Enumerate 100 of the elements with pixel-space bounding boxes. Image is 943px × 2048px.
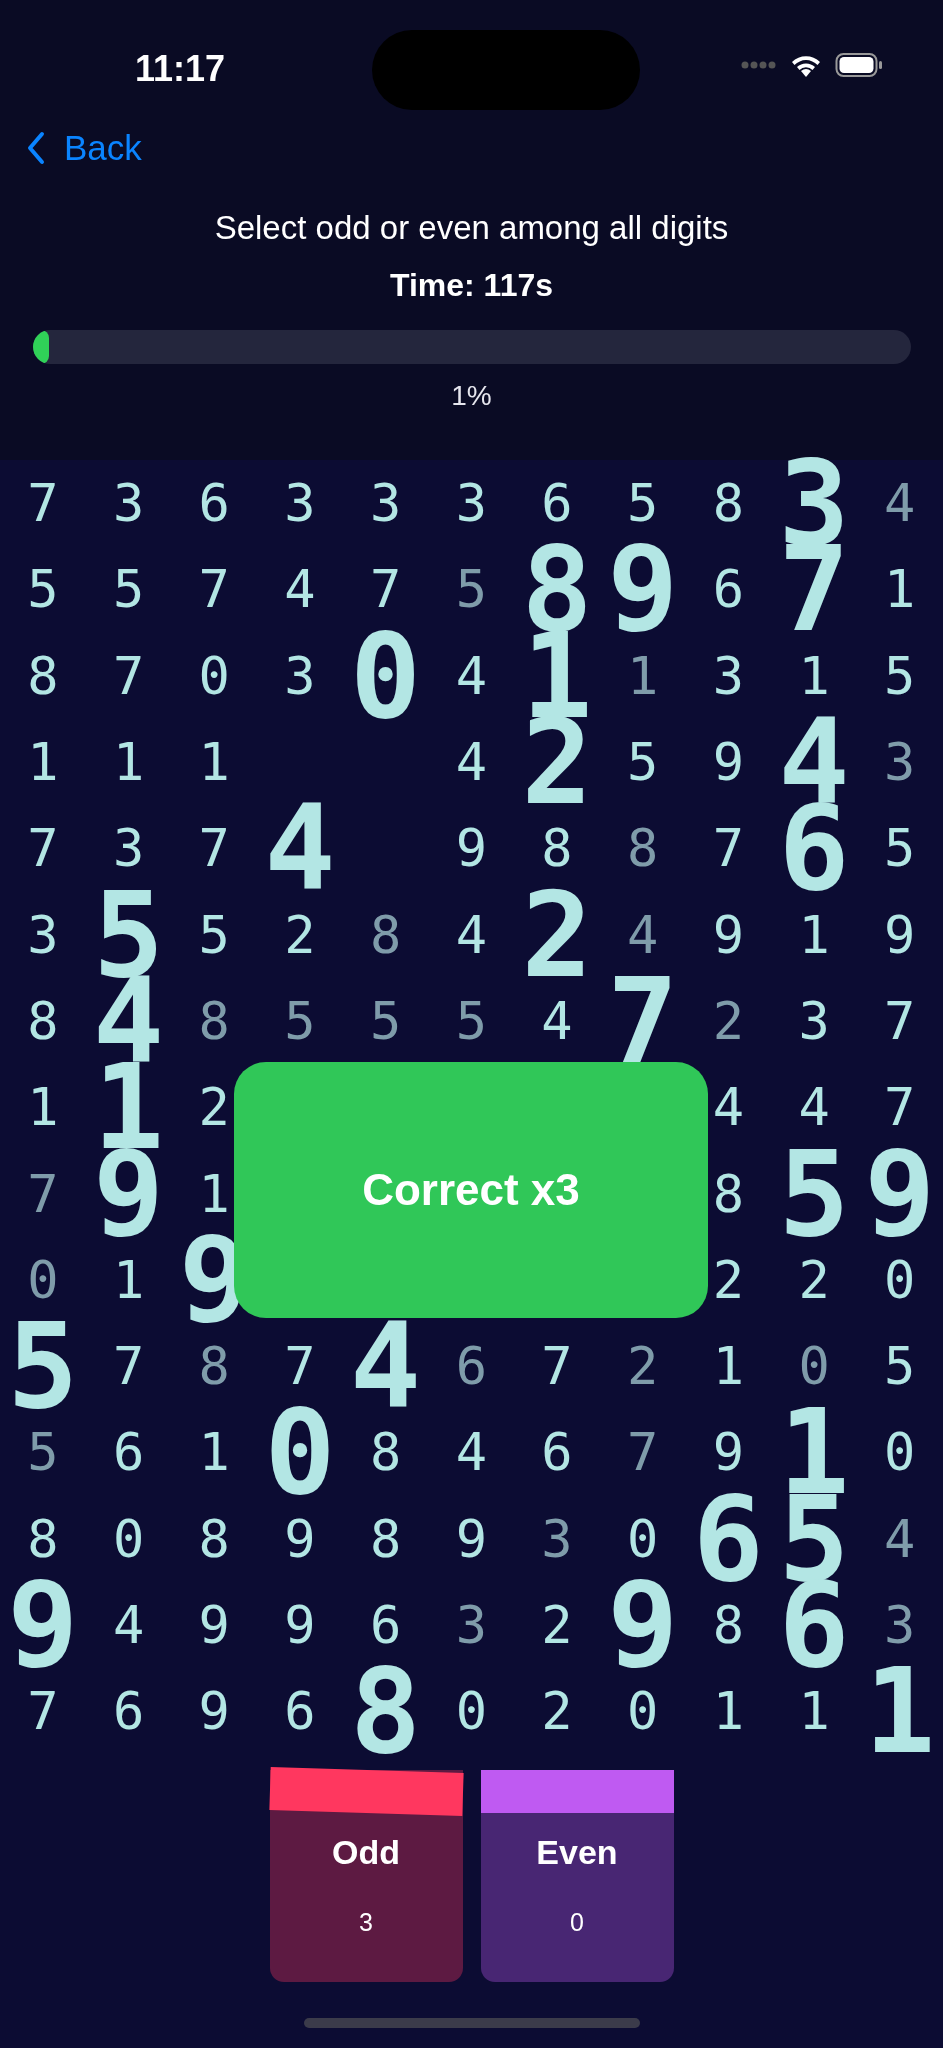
large-digit: 6 <box>692 1488 764 1589</box>
digit: 3 <box>369 473 402 534</box>
digit: 5 <box>455 559 487 620</box>
digit: 9 <box>712 904 744 965</box>
bin-label: Even <box>536 1833 618 1872</box>
digit: 1 <box>712 1681 744 1742</box>
chevron-left-icon <box>26 131 46 165</box>
digit: 4 <box>884 473 916 534</box>
digit: 5 <box>198 904 230 965</box>
digit: 6 <box>541 1422 573 1483</box>
digit: 0 <box>627 1681 659 1742</box>
digit: 1 <box>798 1681 830 1742</box>
digit: 1 <box>112 732 145 793</box>
digit: 8 <box>369 904 402 965</box>
digit: 5 <box>27 559 59 620</box>
digit: 4 <box>455 645 487 706</box>
bin-count: 0 <box>570 1908 584 1937</box>
digit: 1 <box>198 1163 230 1224</box>
digit: 9 <box>198 1681 230 1742</box>
digit: 7 <box>198 818 230 879</box>
digit: 8 <box>369 1422 402 1483</box>
digit: 9 <box>884 904 916 965</box>
digit: 7 <box>112 645 145 706</box>
answer-bin[interactable]: Odd 3 <box>269 1770 463 1982</box>
digit: 6 <box>198 473 230 534</box>
digit: 2 <box>198 1077 230 1138</box>
digit: 5 <box>27 1422 59 1483</box>
large-digit: 1 <box>864 1661 936 1762</box>
digit: 2 <box>712 1249 744 1310</box>
digit: 8 <box>369 1508 402 1569</box>
large-digit: 9 <box>607 1575 679 1675</box>
digit: 8 <box>712 1163 744 1224</box>
large-digit: 8 <box>350 1661 422 1762</box>
digit: 6 <box>455 1336 487 1397</box>
digit: 1 <box>198 732 230 793</box>
digit: 7 <box>712 818 744 879</box>
large-digit: 9 <box>864 1143 936 1244</box>
digit: 8 <box>198 1336 230 1397</box>
digit: 7 <box>198 559 230 620</box>
digit: 5 <box>284 990 316 1051</box>
digit: 8 <box>198 1508 230 1569</box>
digit: 8 <box>712 473 744 534</box>
digit: 7 <box>541 1336 573 1397</box>
digit: 5 <box>455 990 487 1051</box>
digit: 0 <box>198 645 230 706</box>
digit: 4 <box>455 732 487 793</box>
bin-count: 3 <box>359 1908 373 1937</box>
digit: 9 <box>284 1595 316 1655</box>
digit: 5 <box>112 559 145 620</box>
digit: 7 <box>884 1077 916 1138</box>
digit: 7 <box>27 1163 59 1224</box>
digit: 7 <box>27 1681 59 1742</box>
digit: 4 <box>712 1077 744 1138</box>
digit: 1 <box>884 559 916 620</box>
digit: 1 <box>627 645 659 706</box>
digit: 6 <box>541 473 573 534</box>
instruction-text: Select odd or even among all digits <box>214 209 729 247</box>
digit: 3 <box>884 732 916 793</box>
large-digit: 9 <box>607 539 679 640</box>
digit: 9 <box>284 1508 316 1569</box>
battery-icon <box>835 52 883 78</box>
digit: 8 <box>198 990 230 1051</box>
digit: 9 <box>455 1508 487 1569</box>
answer-bin[interactable]: Even 0 <box>480 1770 674 1982</box>
digit: 2 <box>798 1249 830 1310</box>
digit: 6 <box>112 1681 145 1742</box>
digit: 3 <box>284 473 316 534</box>
digit: 4 <box>627 904 659 965</box>
digit: 6 <box>112 1422 145 1483</box>
digit: 7 <box>884 990 916 1051</box>
large-digit: 5 <box>778 1143 850 1244</box>
large-digit: 4 <box>350 1316 422 1417</box>
digit: 1 <box>798 904 830 965</box>
large-digit: 5 <box>7 1316 79 1417</box>
digit: 3 <box>455 473 487 534</box>
digit: 1 <box>27 1077 59 1138</box>
status-time: 11:17 <box>135 48 226 90</box>
digit: 8 <box>712 1595 744 1655</box>
digit: 3 <box>712 645 744 706</box>
digit: 4 <box>884 1508 916 1569</box>
digit: 7 <box>112 1336 145 1397</box>
digit: 4 <box>541 990 573 1051</box>
digit: 2 <box>627 1336 659 1397</box>
digit: 4 <box>284 559 316 620</box>
digit: 2 <box>284 904 316 965</box>
digit: 6 <box>369 1595 402 1655</box>
digit: 3 <box>112 473 145 534</box>
digit: 3 <box>884 1595 916 1655</box>
back-button[interactable]: Back <box>26 128 142 168</box>
digit: 7 <box>27 473 59 534</box>
digit: 5 <box>369 990 402 1051</box>
digit: 6 <box>284 1681 316 1742</box>
digit: 1 <box>112 1249 145 1310</box>
digit: 0 <box>27 1249 59 1310</box>
digit: 9 <box>198 1595 230 1655</box>
digit: 5 <box>884 818 916 879</box>
digit: 5 <box>627 473 659 534</box>
digit: 1 <box>712 1336 744 1397</box>
large-digit: 0 <box>350 625 422 726</box>
digit: 5 <box>884 645 916 706</box>
